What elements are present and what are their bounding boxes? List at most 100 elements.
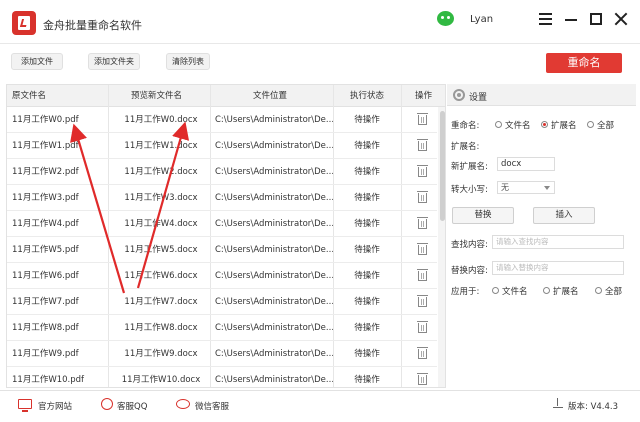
chevron-down-icon — [544, 186, 550, 190]
website-link[interactable]: 官方网站 — [38, 400, 72, 412]
preview-filename: 11月工作W2.docx — [124, 167, 198, 177]
trash-icon[interactable] — [417, 321, 428, 333]
status-text: 待操作 — [354, 245, 380, 255]
settings-panel: 设置 重命名: 文件名 扩展名 全部 扩展名: 新扩展名: docx 转大小写:… — [447, 84, 636, 388]
original-filename: 11月工作W3.pdf — [12, 193, 79, 203]
original-filename: 11月工作W8.pdf — [12, 323, 79, 333]
settings-title: 设置 — [469, 93, 488, 103]
file-location: C:\Users\Administrator\De... — [215, 375, 333, 385]
table-row[interactable]: 11月工作W8.pdf 11月工作W8.docx C:\Users\Administ… — [7, 315, 437, 341]
rename-option-all[interactable]: 全部 — [597, 119, 614, 131]
original-filename: 11月工作W5.pdf — [12, 245, 79, 255]
header-original[interactable]: 原文件名 — [12, 85, 46, 107]
table-row[interactable]: 11月工作W4.pdf 11月工作W4.docx C:\Users\Administ… — [7, 211, 437, 237]
table-row[interactable]: 11月工作W1.pdf 11月工作W1.docx C:\Users\Administ… — [7, 133, 437, 159]
original-filename: 11月工作W2.pdf — [12, 167, 79, 177]
add-file-button[interactable]: 添加文件 — [11, 53, 63, 70]
apply-option-filename[interactable]: 文件名 — [502, 285, 528, 297]
wechat-support-link[interactable]: 微信客服 — [195, 400, 229, 412]
menu-icon[interactable] — [539, 12, 553, 26]
preview-filename: 11月工作W9.docx — [124, 349, 198, 359]
file-location: C:\Users\Administrator\De... — [215, 193, 333, 203]
header-location[interactable]: 文件位置 — [253, 85, 287, 107]
table-row[interactable]: 11月工作W9.pdf 11月工作W9.docx C:\Users\Administ… — [7, 341, 437, 367]
file-location: C:\Users\Administrator\De... — [215, 167, 333, 177]
trash-icon[interactable] — [417, 165, 428, 177]
table-row[interactable]: 11月工作W10.pdf 11月工作W10.docx C:\Users\Admini… — [7, 367, 437, 387]
header-status[interactable]: 执行状态 — [350, 85, 384, 107]
file-location: C:\Users\Administrator\De... — [215, 271, 333, 281]
rename-radio-all[interactable] — [587, 121, 594, 128]
table-row[interactable]: 11月工作W3.pdf 11月工作W3.docx C:\Users\Administ… — [7, 185, 437, 211]
clear-list-button[interactable]: 清除列表 — [166, 53, 210, 70]
rename-radio-filename[interactable] — [495, 121, 502, 128]
rename-option-filename[interactable]: 文件名 — [505, 119, 531, 131]
file-location: C:\Users\Administrator\De... — [215, 297, 333, 307]
trash-icon[interactable] — [417, 269, 428, 281]
rename-button[interactable]: 重命名 — [546, 53, 622, 73]
qq-support-link[interactable]: 客服QQ — [117, 400, 147, 412]
file-location: C:\Users\Administrator\De... — [215, 245, 333, 255]
table-row[interactable]: 11月工作W0.pdf 11月工作W0.docx C:\Users\Administ… — [7, 107, 437, 133]
trash-icon[interactable] — [417, 113, 428, 125]
insert-button[interactable]: 插入 — [533, 207, 595, 224]
apply-option-extension[interactable]: 扩展名 — [553, 285, 579, 297]
download-icon[interactable] — [553, 398, 563, 410]
toolbar: 添加文件 添加文件夹 清除列表 — [0, 44, 640, 82]
apply-radio-extension[interactable] — [543, 287, 550, 294]
apply-option-all[interactable]: 全部 — [605, 285, 622, 297]
original-filename: 11月工作W9.pdf — [12, 349, 79, 359]
minimize-icon[interactable] — [565, 12, 579, 26]
status-text: 待操作 — [354, 323, 380, 333]
find-input[interactable]: 请输入查找内容 — [492, 235, 624, 249]
status-text: 待操作 — [354, 193, 380, 203]
case-select[interactable]: 无 — [497, 181, 555, 194]
title-bar: 金舟批量重命名软件 Lyan — [0, 0, 640, 44]
trash-icon[interactable] — [417, 295, 428, 307]
replace-button[interactable]: 替换 — [452, 207, 514, 224]
trash-icon[interactable] — [417, 191, 428, 203]
trash-icon[interactable] — [417, 373, 428, 385]
app-title: 金舟批量重命名软件 — [43, 19, 142, 32]
file-table: 原文件名 预览新文件名 文件位置 执行状态 操作 11月工作W0.pdf 11月工… — [6, 84, 446, 388]
table-row[interactable]: 11月工作W6.pdf 11月工作W6.docx C:\Users\Administ… — [7, 263, 437, 289]
rename-radio-extension[interactable] — [541, 121, 548, 128]
maximize-icon[interactable] — [590, 13, 602, 25]
status-text: 待操作 — [354, 219, 380, 229]
wechat-icon[interactable] — [437, 11, 454, 26]
table-row[interactable]: 11月工作W7.pdf 11月工作W7.docx C:\Users\Administ… — [7, 289, 437, 315]
trash-icon[interactable] — [417, 347, 428, 359]
scroll-thumb[interactable] — [440, 111, 445, 221]
close-icon[interactable] — [614, 12, 628, 26]
preview-filename: 11月工作W8.docx — [124, 323, 198, 333]
rename-label: 重命名: — [451, 121, 480, 131]
find-label: 查找内容: — [451, 240, 488, 250]
replace-content-label: 替换内容: — [451, 266, 488, 276]
preview-filename: 11月工作W5.docx — [124, 245, 198, 255]
header-preview[interactable]: 预览新文件名 — [131, 85, 182, 107]
table-scrollbar[interactable] — [438, 107, 445, 387]
original-filename: 11月工作W1.pdf — [12, 141, 79, 151]
trash-icon[interactable] — [417, 139, 428, 151]
rename-option-extension[interactable]: 扩展名 — [551, 119, 577, 131]
replace-input[interactable]: 请输入替换内容 — [492, 261, 624, 275]
footer: 官方网站 客服QQ 微信客服 版本: V4.4.3 — [0, 390, 640, 422]
new-ext-input[interactable]: docx — [497, 157, 555, 171]
case-label: 转大小写: — [451, 185, 488, 195]
add-folder-button[interactable]: 添加文件夹 — [88, 53, 140, 70]
table-row[interactable]: 11月工作W2.pdf 11月工作W2.docx C:\Users\Administ… — [7, 159, 437, 185]
status-text: 待操作 — [354, 375, 380, 385]
trash-icon[interactable] — [417, 217, 428, 229]
chat-icon[interactable] — [176, 399, 190, 409]
file-location: C:\Users\Administrator\De... — [215, 219, 333, 229]
apply-radio-filename[interactable] — [492, 287, 499, 294]
table-row[interactable]: 11月工作W5.pdf 11月工作W5.docx C:\Users\Administ… — [7, 237, 437, 263]
settings-header: 设置 — [447, 84, 636, 106]
headset-icon[interactable] — [101, 398, 113, 410]
trash-icon[interactable] — [417, 243, 428, 255]
monitor-icon[interactable] — [18, 399, 32, 412]
status-text: 待操作 — [354, 167, 380, 177]
apply-radio-all[interactable] — [595, 287, 602, 294]
user-name[interactable]: Lyan — [470, 14, 493, 25]
preview-filename: 11月工作W10.docx — [121, 375, 201, 385]
